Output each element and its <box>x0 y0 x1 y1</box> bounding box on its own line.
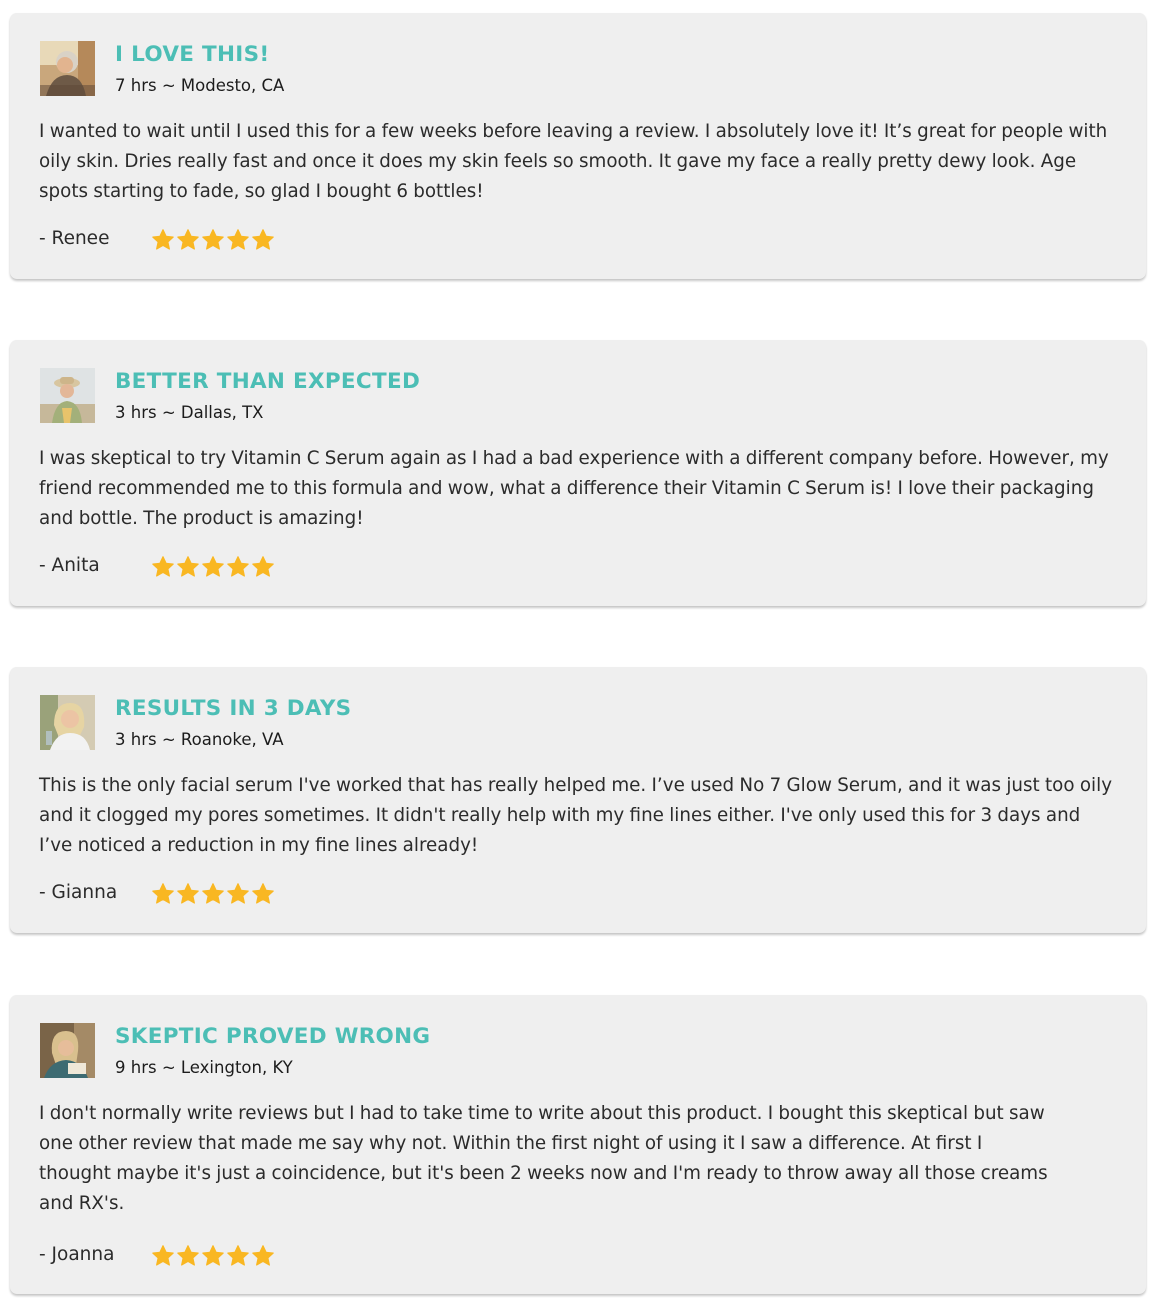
review-meta: 3 hrs ~ Dallas, TX <box>115 403 264 422</box>
star-rating <box>151 555 275 579</box>
star-icon <box>202 229 224 250</box>
review-title: BETTER THAN EXPECTED <box>115 369 421 394</box>
review-meta: 9 hrs ~ Lexington, KY <box>115 1058 293 1077</box>
reviews-list: I LOVE THIS! 7 hrs ~ Modesto, CA I wante… <box>0 0 1154 1304</box>
review-text: I don't normally write reviews but I had… <box>39 1103 1048 1214</box>
star-icon <box>177 556 199 577</box>
review-card: I LOVE THIS! 7 hrs ~ Modesto, CA I wante… <box>10 13 1146 279</box>
star-icon <box>152 556 174 577</box>
star-icon <box>177 1245 199 1266</box>
star-icon <box>202 1245 224 1266</box>
star-icon <box>177 883 199 904</box>
star-icon <box>152 229 174 250</box>
review-author: - Renee <box>39 228 110 249</box>
reviewer-avatar <box>40 41 95 96</box>
reviewer-avatar <box>40 1023 95 1078</box>
review-title: RESULTS IN 3 DAYS <box>115 696 352 721</box>
star-icon <box>252 1245 274 1266</box>
review-card: SKEPTIC PROVED WRONG 9 hrs ~ Lexington, … <box>10 995 1146 1294</box>
star-rating <box>151 1244 275 1268</box>
review-meta: 7 hrs ~ Modesto, CA <box>115 76 285 95</box>
star-icon <box>227 883 249 904</box>
star-icon <box>227 556 249 577</box>
review-meta: 3 hrs ~ Roanoke, VA <box>115 730 284 749</box>
star-rating <box>151 228 275 252</box>
review-title: I LOVE THIS! <box>115 42 270 67</box>
review-author: - Joanna <box>39 1244 115 1265</box>
review-author: - Gianna <box>39 882 118 903</box>
star-icon <box>252 556 274 577</box>
review-card: BETTER THAN EXPECTED 3 hrs ~ Dallas, TX … <box>10 340 1146 606</box>
review-text: This is the only facial serum I've worke… <box>39 775 1113 856</box>
star-icon <box>252 229 274 250</box>
star-icon <box>252 883 274 904</box>
star-icon <box>152 883 174 904</box>
review-author: - Anita <box>39 555 100 576</box>
star-icon <box>227 1245 249 1266</box>
star-icon <box>152 1245 174 1266</box>
star-icon <box>202 883 224 904</box>
star-icon <box>227 229 249 250</box>
reviewer-avatar <box>40 695 95 750</box>
reviewer-avatar <box>40 368 95 423</box>
review-card: RESULTS IN 3 DAYS 3 hrs ~ Roanoke, VA Th… <box>10 667 1146 933</box>
review-text: I wanted to wait until I used this for a… <box>39 121 1108 202</box>
star-icon <box>202 556 224 577</box>
star-icon <box>177 229 199 250</box>
review-text: I was skeptical to try Vitamin C Serum a… <box>39 448 1109 529</box>
star-rating <box>151 882 275 906</box>
review-title: SKEPTIC PROVED WRONG <box>115 1024 431 1049</box>
